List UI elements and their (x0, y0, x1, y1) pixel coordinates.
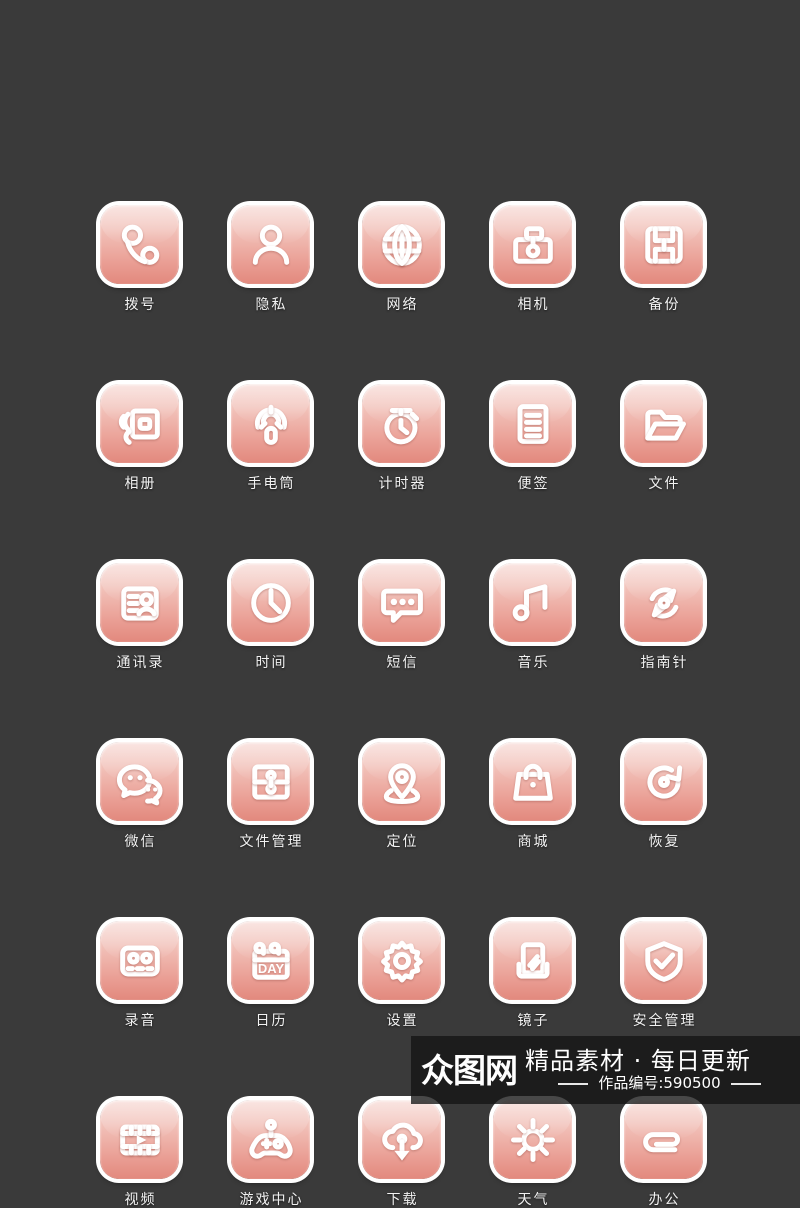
app-icon-cell[interactable]: 下载 (362, 1100, 441, 1208)
app-icon-label: 定位 (386, 834, 419, 850)
app-icon-cell[interactable]: 音乐 (493, 563, 572, 671)
app-icon-cell[interactable]: 天气 (493, 1100, 572, 1208)
app-icon-label: 天气 (517, 1192, 550, 1208)
app-icon-cell[interactable]: 时间 (231, 563, 310, 671)
app-icon-label: 商城 (517, 834, 550, 850)
app-icon-cell[interactable]: 游戏中心 (231, 1100, 310, 1208)
app-icon-label: 微信 (124, 834, 157, 850)
paperclip-office-icon[interactable] (624, 1100, 703, 1179)
app-icon-label: 镜子 (517, 1013, 550, 1029)
app-icon-label: 下载 (386, 1192, 419, 1208)
app-icon-label: 拨号 (124, 297, 157, 313)
app-icon-label: 办公 (648, 1192, 681, 1208)
app-icon-label: 安全管理 (632, 1013, 697, 1029)
wechat-bubbles-icon[interactable] (100, 742, 179, 821)
app-icon-cell[interactable]: 安全管理 (624, 921, 703, 1029)
app-icon-cell[interactable]: 定位 (362, 742, 441, 850)
watermark-rule-left (558, 1082, 589, 1085)
video-film-icon[interactable] (100, 1100, 179, 1179)
app-icon-label: 便签 (517, 476, 550, 492)
watermark-tagline: 精品素材 · 每日更新 (525, 1047, 751, 1075)
app-icon-label: 短信 (386, 655, 419, 671)
dialer-icon[interactable] (100, 205, 179, 284)
clock-time-icon[interactable] (231, 563, 310, 642)
floppy-backup-icon[interactable] (624, 205, 703, 284)
app-icon-label: 备份 (648, 297, 681, 313)
watermark-rule-right (730, 1082, 761, 1085)
notes-lines-icon[interactable] (493, 384, 572, 463)
app-icon-label: 游戏中心 (239, 1192, 304, 1208)
app-icon-label: 网络 (386, 297, 419, 313)
mirror-icon[interactable] (493, 921, 572, 1000)
app-icon-label: 文件管理 (239, 834, 304, 850)
watermark-overlay: 众图网 精品素材 · 每日更新 作品编号:590500 (411, 1036, 800, 1104)
app-icon-label: 录音 (124, 1013, 157, 1029)
app-icon-cell[interactable]: 商城 (493, 742, 572, 850)
app-icon-cell[interactable]: 文件管理 (231, 742, 310, 850)
gamepad-icon[interactable] (231, 1100, 310, 1179)
app-icon-label: 手电筒 (247, 476, 296, 492)
file-manager-drawer-icon[interactable] (231, 742, 310, 821)
app-icon-cell[interactable]: 镜子 (493, 921, 572, 1029)
app-icon-cell[interactable]: 通讯录 (100, 563, 179, 671)
watermark-work-id: 作品编号:590500 (598, 1074, 721, 1092)
app-icon-label: 音乐 (517, 655, 550, 671)
app-icon-cell[interactable]: 文件 (624, 384, 703, 492)
svg-text:DAY: DAY (257, 960, 284, 975)
folder-file-icon[interactable] (624, 384, 703, 463)
restore-refresh-icon[interactable] (624, 742, 703, 821)
location-pin-icon[interactable] (362, 742, 441, 821)
app-icon-label: 文件 (648, 476, 681, 492)
app-icon-cell[interactable]: 手电筒 (231, 384, 310, 492)
app-icon-cell[interactable]: 相册 (100, 384, 179, 492)
app-icon-label: 隐私 (255, 297, 288, 313)
watermark-logo: 众图网 (421, 1050, 518, 1090)
app-icon-cell[interactable]: DAY 日历 (231, 921, 310, 1029)
stopwatch-timer-icon[interactable] (362, 384, 441, 463)
app-icon-label: 指南针 (640, 655, 689, 671)
globe-network-icon[interactable] (362, 205, 441, 284)
app-icon-cell[interactable]: 备份 (624, 205, 703, 313)
app-icon-label: 相册 (124, 476, 157, 492)
app-icon-cell[interactable]: 拨号 (100, 205, 179, 313)
compass-icon[interactable] (624, 563, 703, 642)
app-icon-cell[interactable]: 办公 (624, 1100, 703, 1208)
watermark-id-row: 作品编号:590500 (525, 1075, 794, 1092)
app-icon-cell[interactable]: 恢复 (624, 742, 703, 850)
shopping-bag-icon[interactable] (493, 742, 572, 821)
watermark-text-group: 精品素材 · 每日更新 作品编号:590500 (525, 1048, 794, 1092)
app-icon-label: 恢复 (648, 834, 681, 850)
app-icon-cell[interactable]: 微信 (100, 742, 179, 850)
app-icon-cell[interactable]: 计时器 (362, 384, 441, 492)
app-icon-cell[interactable]: 录音 (100, 921, 179, 1029)
app-icon-cell[interactable]: 视频 (100, 1100, 179, 1208)
app-icon-cell[interactable]: 指南针 (624, 563, 703, 671)
calendar-day-icon[interactable]: DAY (231, 921, 310, 1000)
photo-album-icon[interactable] (100, 384, 179, 463)
app-icon-label: 设置 (386, 1013, 419, 1029)
app-icon-label: 时间 (255, 655, 288, 671)
app-icon-cell[interactable]: 网络 (362, 205, 441, 313)
shield-check-icon[interactable] (624, 921, 703, 1000)
contacts-book-icon[interactable] (100, 563, 179, 642)
gear-settings-icon[interactable] (362, 921, 441, 1000)
app-icon-label: 视频 (124, 1192, 157, 1208)
app-icon-label: 相机 (517, 297, 550, 313)
cassette-recorder-icon[interactable] (100, 921, 179, 1000)
app-icon-cell[interactable]: 便签 (493, 384, 572, 492)
app-icon-cell[interactable]: 设置 (362, 921, 441, 1029)
app-icon-cell[interactable]: 隐私 (231, 205, 310, 313)
app-icon-label: 日历 (255, 1013, 288, 1029)
sms-bubble-icon[interactable] (362, 563, 441, 642)
sun-weather-icon[interactable] (493, 1100, 572, 1179)
app-icon-label: 通讯录 (116, 655, 165, 671)
flashlight-icon[interactable] (231, 384, 310, 463)
camera-icon[interactable] (493, 205, 572, 284)
privacy-person-icon[interactable] (231, 205, 310, 284)
app-icon-cell[interactable]: 相机 (493, 205, 572, 313)
music-note-icon[interactable] (493, 563, 572, 642)
cloud-download-icon[interactable] (362, 1100, 441, 1179)
app-icon-label: 计时器 (378, 476, 427, 492)
app-icon-cell[interactable]: 短信 (362, 563, 441, 671)
